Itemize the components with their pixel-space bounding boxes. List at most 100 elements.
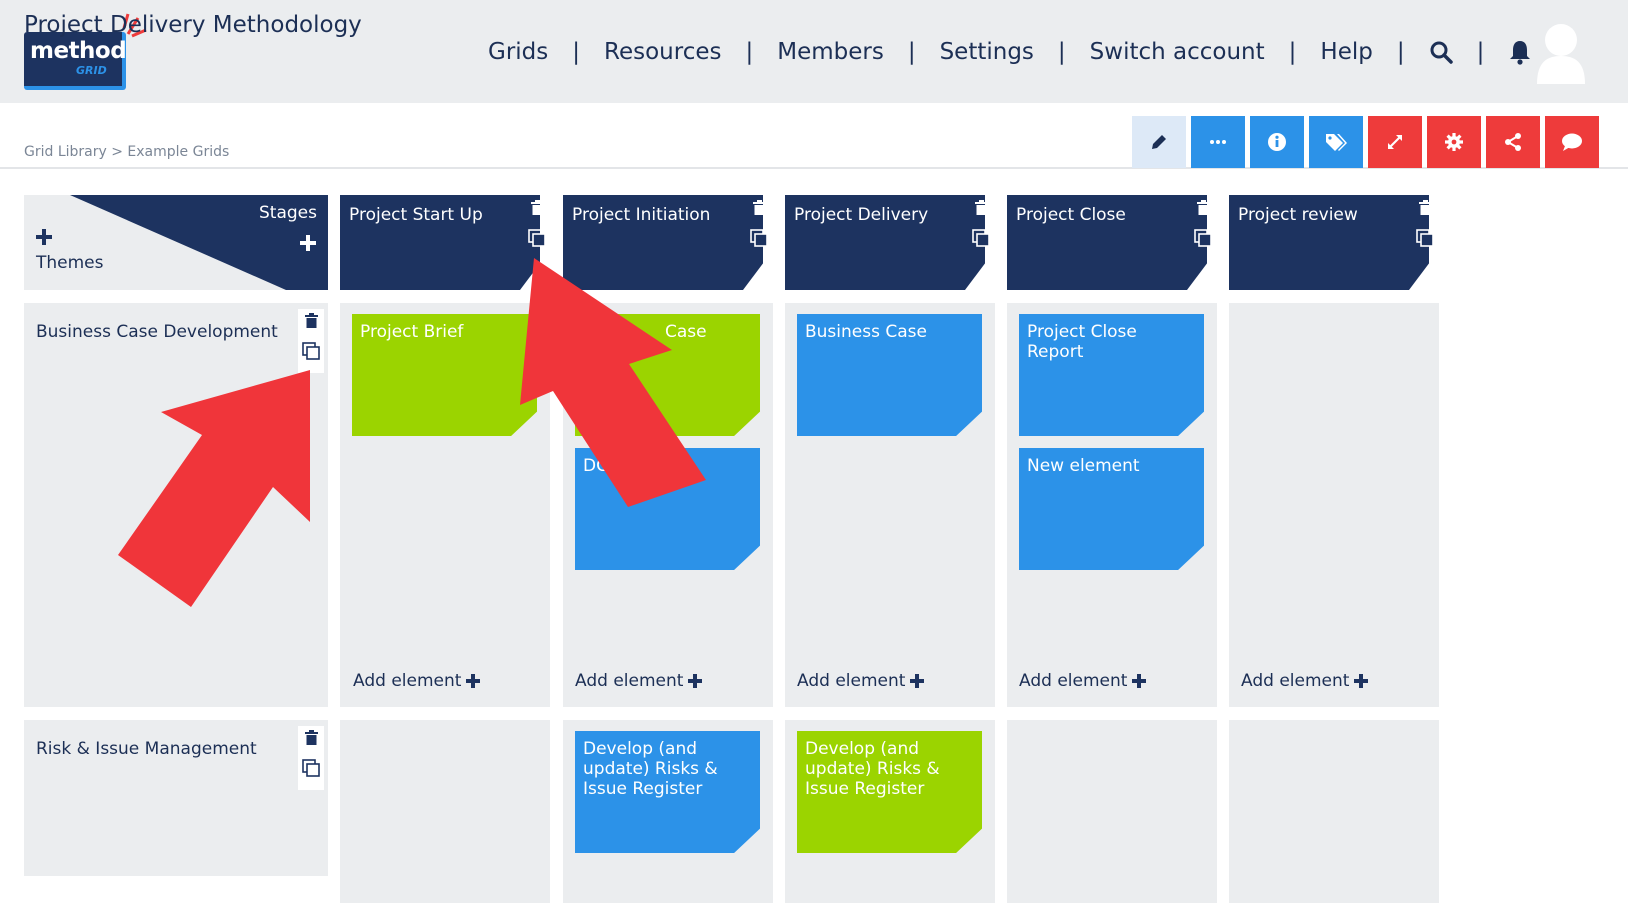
plus-icon: [1354, 674, 1369, 688]
nav-settings[interactable]: Settings: [940, 39, 1034, 65]
element-title: Case: [665, 322, 707, 342]
search-icon[interactable]: [1429, 40, 1453, 64]
element-card[interactable]: Case: [575, 314, 760, 436]
add-element-button[interactable]: Add element: [797, 671, 925, 691]
element-card[interactable]: Develop (and update) Risks & Issue Regis…: [575, 731, 760, 853]
element-card[interactable]: DC: [575, 448, 760, 570]
add-element-label: Add element: [353, 671, 462, 691]
breadcrumb[interactable]: Grid Library > Example Grids: [24, 144, 229, 160]
trash-icon[interactable]: [1418, 200, 1432, 215]
themes-label: Themes: [36, 253, 104, 273]
grid-toolbar: [1132, 116, 1599, 168]
stage-title: Project Delivery: [794, 205, 929, 225]
plus-icon: [1132, 674, 1147, 688]
comments-button[interactable]: [1545, 116, 1599, 168]
edit-button[interactable]: [1132, 116, 1186, 168]
add-element-button[interactable]: Add element: [1241, 671, 1369, 691]
theme-cell-business-case[interactable]: Business Case Development: [24, 303, 328, 707]
add-element-button[interactable]: Add element: [575, 671, 703, 691]
bell-icon[interactable]: [1508, 39, 1532, 65]
stage-title: Project Start Up: [349, 205, 483, 225]
user-avatar-icon[interactable]: [1535, 22, 1587, 84]
copy-icon[interactable]: [302, 759, 320, 777]
theme-title: Risk & Issue Management: [36, 739, 257, 759]
element-card[interactable]: Develop (and update) Risks & Issue Regis…: [797, 731, 982, 853]
nav-separator: |: [1288, 39, 1297, 65]
copy-icon[interactable]: [1416, 229, 1434, 247]
element-card[interactable]: New element: [1019, 448, 1204, 570]
theme-actions: [298, 726, 324, 790]
add-element-label: Add element: [1019, 671, 1128, 691]
more-icon: [1210, 140, 1226, 144]
copy-icon[interactable]: [750, 229, 768, 247]
element-title: Business Case: [805, 322, 927, 342]
copy-icon[interactable]: [1194, 229, 1212, 247]
grid-cell[interactable]: [1229, 303, 1439, 707]
nav-separator: |: [907, 39, 916, 65]
grid-cell[interactable]: [340, 720, 550, 903]
nav-members[interactable]: Members: [777, 39, 884, 65]
trash-icon[interactable]: [304, 313, 318, 328]
grid-cell[interactable]: [1229, 720, 1439, 903]
stages-label: Stages: [259, 203, 317, 223]
share-icon: [1505, 133, 1521, 151]
nav-grids[interactable]: Grids: [488, 39, 548, 65]
stage-title: Project Initiation: [572, 205, 711, 225]
trash-icon[interactable]: [304, 730, 318, 745]
element-title: DC: [583, 456, 608, 476]
stage-actions: [524, 200, 550, 247]
add-theme-icon[interactable]: [36, 229, 52, 245]
plus-icon: [688, 674, 703, 688]
trash-icon[interactable]: [974, 200, 988, 215]
gear-icon: [1445, 133, 1463, 151]
nav-separator: |: [572, 39, 581, 65]
add-element-label: Add element: [797, 671, 906, 691]
element-card[interactable]: Project Brief: [352, 314, 537, 436]
comment-icon: [1562, 133, 1582, 151]
nav-resources[interactable]: Resources: [604, 39, 721, 65]
logo-sub: GRID: [76, 64, 107, 77]
info-button[interactable]: [1250, 116, 1304, 168]
nav-help[interactable]: Help: [1320, 39, 1372, 65]
add-element-button[interactable]: Add element: [1019, 671, 1147, 691]
more-button[interactable]: [1191, 116, 1245, 168]
element-card[interactable]: Business Case: [797, 314, 982, 436]
nav-separator: |: [1396, 39, 1405, 65]
add-element-button[interactable]: Add element: [353, 671, 481, 691]
plus-icon: [466, 674, 481, 688]
fullscreen-button[interactable]: [1368, 116, 1422, 168]
copy-icon[interactable]: [972, 229, 990, 247]
trash-icon[interactable]: [752, 200, 766, 215]
element-title: Develop (and update) Risks & Issue Regis…: [805, 739, 940, 799]
add-element-label: Add element: [575, 671, 684, 691]
share-button[interactable]: [1486, 116, 1540, 168]
nav-separator: |: [1057, 39, 1066, 65]
element-card[interactable]: Project Close Report: [1019, 314, 1204, 436]
nav-switch-account[interactable]: Switch account: [1090, 39, 1265, 65]
element-title: Develop (and update) Risks & Issue Regis…: [583, 739, 718, 799]
trash-icon[interactable]: [1196, 200, 1210, 215]
add-stage-icon[interactable]: [300, 235, 316, 251]
theme-title: Business Case Development: [36, 322, 278, 342]
nav-separator: |: [745, 39, 754, 65]
main-nav: Grids | Resources | Members | Settings |…: [488, 32, 1532, 72]
settings-button[interactable]: [1427, 116, 1481, 168]
tag-icon: [1326, 134, 1347, 151]
stage-actions: [968, 200, 994, 247]
logo-word: method: [30, 38, 127, 64]
info-icon: [1268, 133, 1286, 151]
stage-actions: [1190, 200, 1216, 247]
trash-icon[interactable]: [530, 200, 544, 215]
theme-cell-risk-issue[interactable]: Risk & Issue Management: [24, 720, 328, 876]
copy-icon[interactable]: [302, 342, 320, 360]
expand-icon: [1388, 135, 1402, 149]
stage-title: Project review: [1238, 205, 1358, 225]
pencil-icon: [1152, 135, 1166, 149]
copy-icon[interactable]: [528, 229, 546, 247]
stages-themes-corner: Stages Themes: [24, 195, 328, 290]
grid-cell[interactable]: [1007, 720, 1217, 903]
element-title: Project Brief: [360, 322, 464, 342]
element-title: Project Close Report: [1027, 322, 1137, 362]
element-title: New element: [1027, 456, 1140, 476]
tags-button[interactable]: [1309, 116, 1363, 168]
